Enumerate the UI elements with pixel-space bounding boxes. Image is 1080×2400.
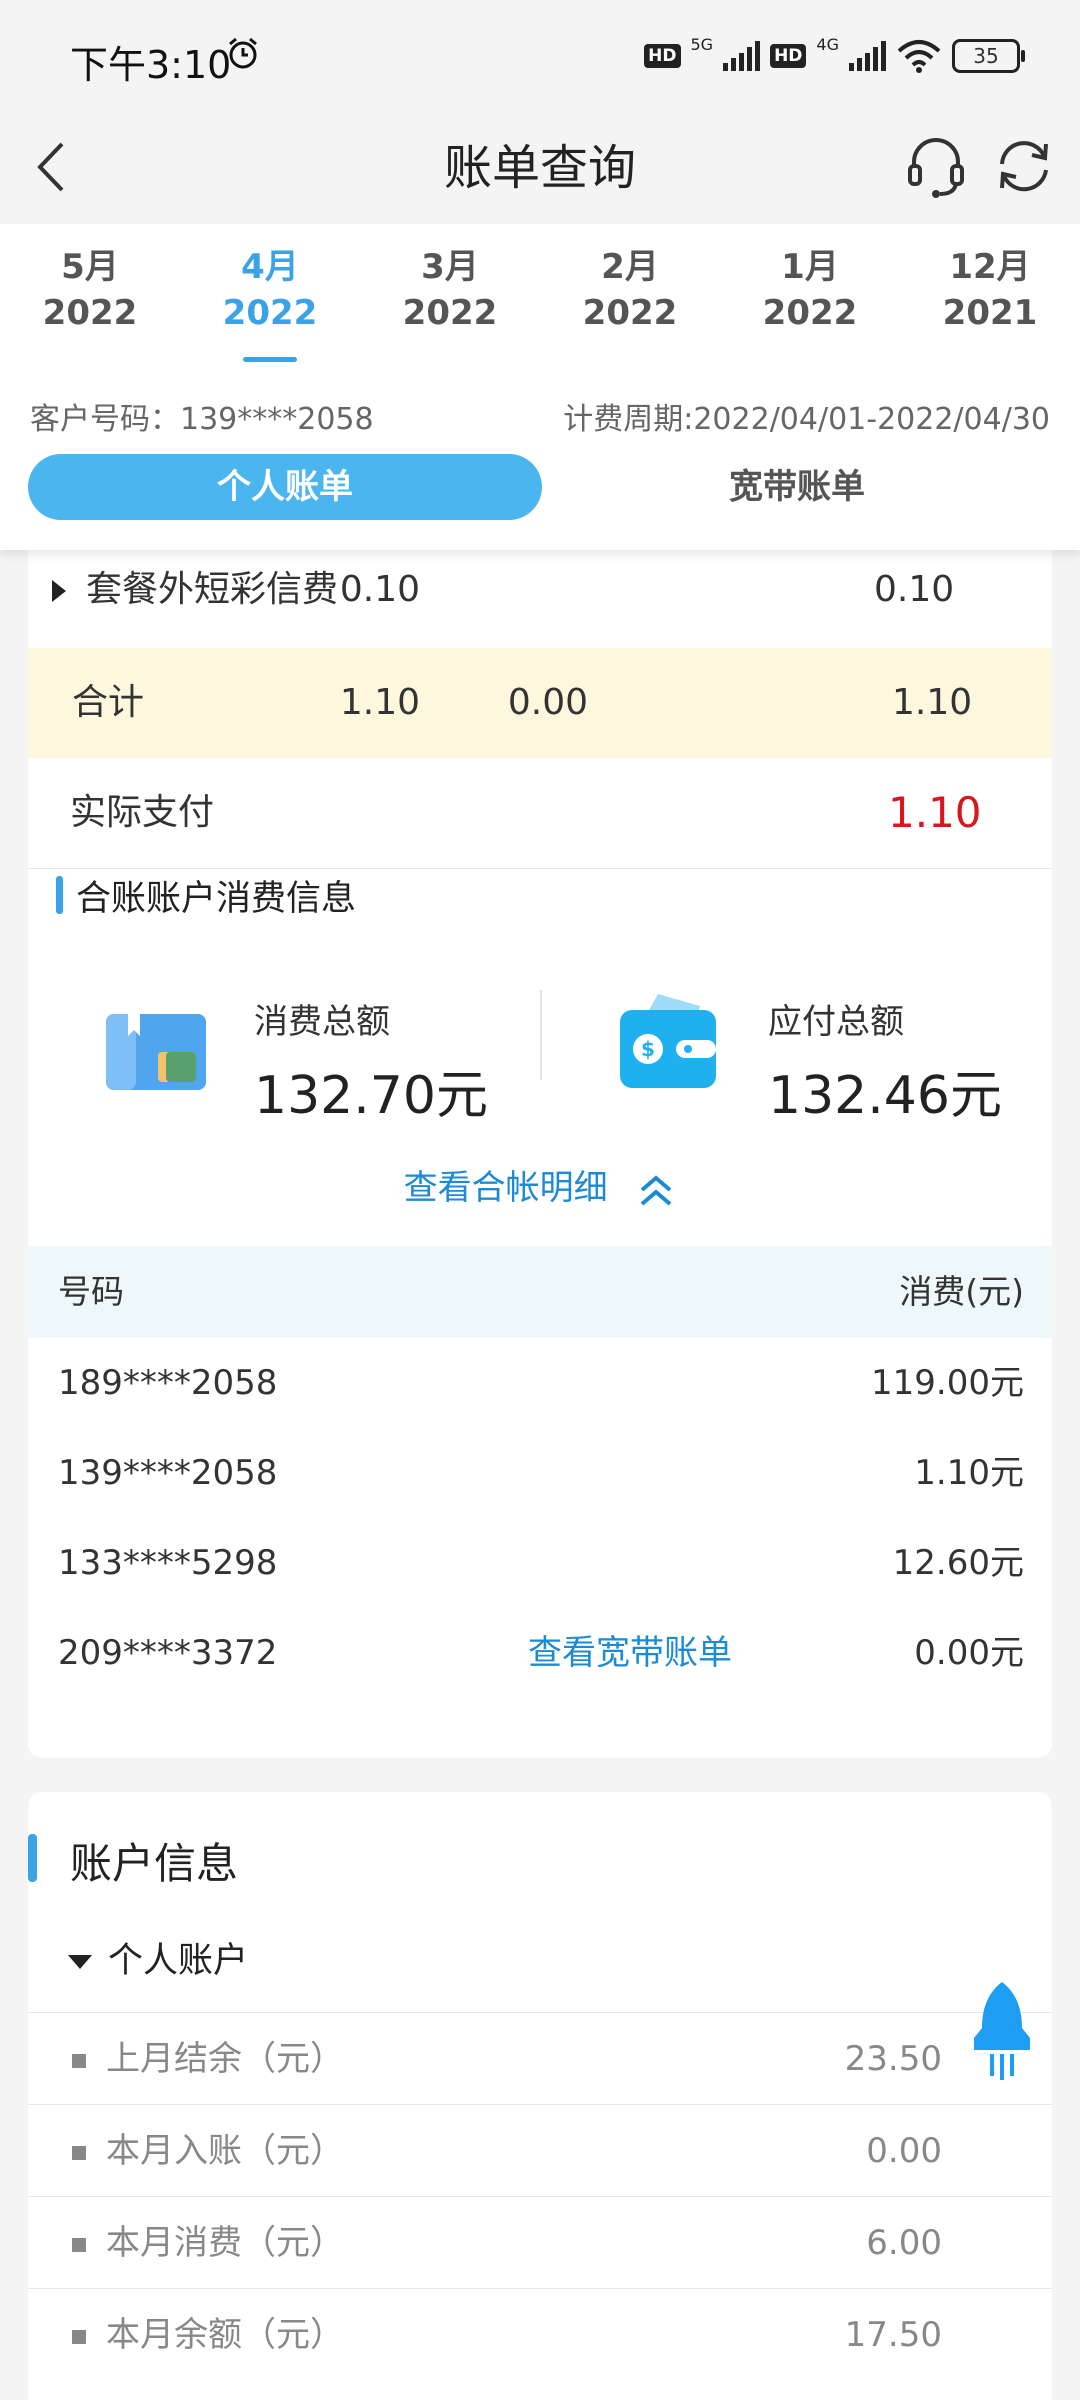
summary-divider xyxy=(540,990,542,1080)
tab-month[interactable]: 3月 2022 xyxy=(360,224,540,364)
phone-number: 139****2058 xyxy=(58,1453,278,1493)
account-info-card: 账户信息 个人账户 上月结余（元） 23.50 本月入账（元） 0.00 本月消… xyxy=(28,1792,1052,2400)
wallet-money-icon: $ xyxy=(620,994,716,1088)
customer-panel: 客户号码：139****2058 计费周期:2022/04/01-2022/04… xyxy=(0,364,1080,550)
account-row-label: 上月结余（元） xyxy=(106,2039,344,2079)
actual-pay-value: 1.10 xyxy=(888,788,982,837)
alarm-clock-icon xyxy=(229,37,257,69)
wifi-icon xyxy=(897,40,941,73)
phone-number: 133****5298 xyxy=(58,1543,278,1583)
signal-bars-icon xyxy=(849,41,886,71)
double-chevron-up-icon xyxy=(641,1174,672,1206)
book-wallet-icon xyxy=(106,1014,206,1090)
tab-month-active[interactable]: 4月 2022 xyxy=(180,224,360,364)
caret-down-icon xyxy=(68,1955,92,1969)
bill-total-row: 合计 1.10 0.00 1.10 xyxy=(28,648,1052,758)
bullet-square-icon xyxy=(72,2329,86,2344)
signal-bars-icon xyxy=(723,41,761,71)
customer-service-headset-icon[interactable] xyxy=(900,130,972,202)
status-bar: 下午3:10 HD 5G HD 4G 35 xyxy=(0,0,1080,110)
bill-row[interactable]: 套餐外短彩信费 0.10 0.10 xyxy=(28,560,1052,660)
list-item: 133****5298 12.60元 xyxy=(28,1518,1052,1608)
account-row-label: 本月消费（元） xyxy=(106,2223,344,2263)
account-row-label: 本月入账（元） xyxy=(106,2131,344,2171)
account-row-value: 17.50 xyxy=(844,2315,942,2355)
caret-right-icon xyxy=(52,580,66,602)
total-label: 合计 xyxy=(72,682,145,723)
month-tabs: 5月 2022 4月 2022 3月 2022 2月 2022 1月 2022 12月 20… xyxy=(0,224,1080,364)
account-row: 上月结余（元） 23.50 xyxy=(28,2012,1052,2105)
battery-icon: 35 xyxy=(952,39,1025,73)
phone-number: 209****3372 xyxy=(58,1633,278,1673)
bullet-square-icon xyxy=(72,2053,86,2068)
actual-pay-label: 实际支付 xyxy=(70,792,215,833)
bullet-square-icon xyxy=(72,2237,86,2252)
tab-month[interactable]: 2月 2022 xyxy=(540,224,720,364)
list-item: 139****2058 1.10元 xyxy=(28,1428,1052,1518)
actual-pay-row: 实际支付 1.10 xyxy=(28,758,1052,869)
network-4g-label: 4G xyxy=(816,34,839,54)
account-info-title: 账户信息 xyxy=(28,1830,238,1891)
bullet-square-icon xyxy=(72,2145,86,2160)
view-combined-detail-toggle[interactable]: 查看合帐明细 xyxy=(28,1160,1052,1209)
header-amount: 消费(元) xyxy=(899,1272,1024,1311)
phone-amount: 119.00元 xyxy=(871,1363,1024,1403)
hd-badge: HD xyxy=(644,44,681,68)
billing-period: 计费周期:2022/04/01-2022/04/30 xyxy=(563,402,1050,437)
phone-amount: 0.00元 xyxy=(914,1633,1024,1673)
account-row-label: 本月余额（元） xyxy=(106,2315,344,2355)
consume-total-value: 132.70元 xyxy=(254,1066,488,1126)
status-icons: HD 5G HD 4G 35 xyxy=(644,34,1025,76)
tab-month[interactable]: 5月 2022 xyxy=(0,224,180,364)
account-row: 本月余额（元） 17.50 xyxy=(28,2288,1052,2381)
account-row-value: 0.00 xyxy=(866,2131,942,2171)
header-number: 号码 xyxy=(58,1272,124,1311)
list-item: 189****2058 119.00元 xyxy=(28,1338,1052,1428)
bill-item-col1: 0.10 xyxy=(339,569,420,610)
combined-account-title: 合账账户消费信息 xyxy=(56,870,356,921)
hd-badge: HD xyxy=(770,44,807,68)
rocket-back-to-top-icon[interactable] xyxy=(966,1980,1038,2080)
tab-month[interactable]: 1月 2022 xyxy=(720,224,900,364)
tab-month[interactable]: 12月 2021 xyxy=(900,224,1080,364)
svg-text:$: $ xyxy=(641,1037,655,1061)
consume-total-label: 消费总额 xyxy=(254,1002,390,1042)
account-row-value: 6.00 xyxy=(866,2223,942,2263)
bill-card: 套餐外短彩信费 0.10 0.10 合计 1.10 0.00 1.10 实际支付… xyxy=(28,550,1052,1758)
bill-item-col3: 0.10 xyxy=(874,569,955,610)
network-5g-label: 5G xyxy=(690,34,714,54)
personal-account-label: 个人账户 xyxy=(108,1941,249,1981)
combined-list-header: 号码 消费(元) xyxy=(28,1246,1052,1338)
personal-account-toggle[interactable]: 个人账户 xyxy=(68,1932,248,1983)
view-broadband-bill-link[interactable]: 查看宽带账单 xyxy=(528,1608,732,1698)
list-item: 209****3372 查看宽带账单 0.00元 xyxy=(28,1608,1052,1698)
total-col2: 0.00 xyxy=(507,682,588,723)
bill-type-switch: 个人账单 宽带账单 xyxy=(28,454,1052,520)
phone-number: 189****2058 xyxy=(58,1363,278,1403)
personal-bill-button[interactable]: 个人账单 xyxy=(28,454,542,520)
payable-total-label: 应付总额 xyxy=(768,1002,904,1042)
account-row: 本月消费（元） 6.00 xyxy=(28,2196,1052,2289)
total-col1: 1.10 xyxy=(339,682,420,723)
refresh-icon[interactable] xyxy=(988,130,1060,202)
total-col3: 1.10 xyxy=(892,682,973,723)
customer-number: 客户号码：139****2058 xyxy=(30,402,374,437)
phone-amount: 12.60元 xyxy=(892,1543,1024,1583)
broadband-bill-button[interactable]: 宽带账单 xyxy=(542,454,1052,520)
view-combined-detail-label: 查看合帐明细 xyxy=(403,1168,608,1208)
status-time: 下午3:10 xyxy=(70,43,232,87)
payable-total-value: 132.46元 xyxy=(768,1066,1002,1126)
phone-amount: 1.10元 xyxy=(914,1453,1024,1493)
app-header: 账单查询 xyxy=(0,110,1080,225)
account-row-value: 23.50 xyxy=(844,2039,942,2079)
account-row: 本月入账（元） 0.00 xyxy=(28,2104,1052,2197)
